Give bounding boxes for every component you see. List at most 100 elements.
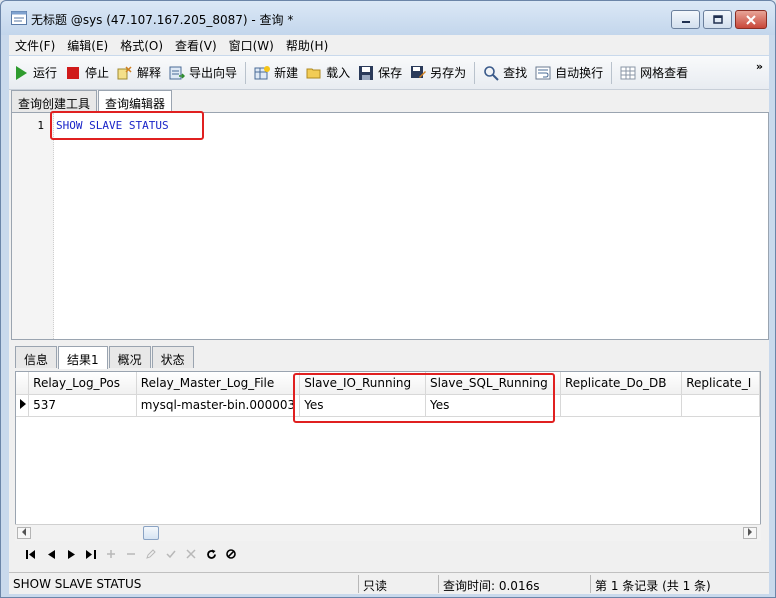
column-header[interactable]: Relay_Master_Log_File — [136, 372, 301, 395]
explain-label: 解释 — [137, 66, 162, 80]
x-icon — [186, 549, 196, 559]
grid-view-button[interactable]: 网格查看 — [616, 60, 692, 86]
last-record-icon — [86, 549, 96, 559]
prev-record-button[interactable] — [41, 545, 61, 563]
find-label: 查找 — [503, 66, 528, 80]
stop-fetch-button[interactable] — [221, 545, 241, 563]
result-tabs: 信息 结果1 概况 状态 — [15, 346, 195, 369]
table-cell[interactable] — [560, 394, 683, 417]
apply-changes-button[interactable] — [161, 545, 181, 563]
load-button[interactable]: 载入 — [302, 60, 354, 86]
column-header[interactable]: Replicate_Do_DB — [560, 372, 683, 395]
menu-edit[interactable]: 编辑(E) — [61, 37, 114, 54]
toolbar-overflow-button[interactable]: » — [756, 60, 763, 73]
explain-button[interactable]: 解释 — [113, 60, 165, 86]
scroll-left-button[interactable] — [17, 527, 31, 539]
scrollbar-thumb[interactable] — [143, 526, 159, 540]
word-wrap-button[interactable]: 自动换行 — [531, 60, 607, 86]
menu-file[interactable]: 文件(F) — [9, 37, 61, 54]
tab-query-builder[interactable]: 查询创建工具 — [11, 90, 98, 112]
grid-highlight-box — [293, 373, 555, 423]
status-sql: SHOW SLAVE STATUS — [9, 574, 359, 593]
column-header[interactable]: Relay_Log_Pos — [28, 372, 137, 395]
export-icon — [169, 66, 186, 79]
toolbar-separator — [245, 61, 247, 84]
save-as-button[interactable]: 另存为 — [406, 60, 470, 86]
query-tabs: 查询创建工具 查询编辑器 — [11, 90, 173, 113]
arrow-left-icon — [22, 528, 26, 536]
prev-record-icon — [47, 549, 55, 559]
status-query-time: 查询时间: 0.016s — [439, 574, 591, 593]
export-wizard-button[interactable]: 导出向导 — [165, 60, 241, 86]
query-window: 查询创建工具 查询编辑器 1 SHOW SLAVE STATUS 信息 结果1 … — [9, 90, 769, 572]
toolbar-separator — [474, 61, 476, 84]
code-highlight-box — [50, 111, 204, 140]
grid-icon — [620, 66, 636, 79]
record-navigator — [15, 543, 761, 565]
menu-bar: 文件(F) 编辑(E) 格式(O) 查看(V) 窗口(W) 帮助(H) — [9, 35, 769, 55]
line-number: 1 — [37, 119, 44, 132]
tab-profile[interactable]: 概况 — [108, 346, 151, 368]
close-icon — [746, 14, 756, 25]
tab-info[interactable]: 信息 — [15, 346, 58, 368]
table-cell[interactable] — [681, 394, 760, 417]
title-bar: 无标题 @sys (47.107.167.205_8087) - 查询 * — [1, 1, 775, 35]
save-icon — [359, 65, 374, 80]
plus-icon — [107, 550, 115, 558]
menu-view[interactable]: 查看(V) — [169, 37, 223, 54]
tab-query-editor[interactable]: 查询编辑器 — [98, 90, 173, 113]
first-record-button[interactable] — [21, 545, 41, 563]
add-record-button[interactable] — [101, 545, 121, 563]
save-button[interactable]: 保存 — [354, 60, 406, 86]
table-cell[interactable]: 537 — [28, 394, 137, 417]
find-button[interactable]: 查找 — [479, 60, 531, 86]
row-indicator-header — [16, 372, 30, 395]
minus-icon — [127, 553, 135, 555]
search-icon — [484, 65, 499, 81]
delete-record-button[interactable] — [121, 545, 141, 563]
stop-label: 停止 — [85, 66, 110, 80]
new-button[interactable]: 新建 — [250, 60, 302, 86]
status-mode: 只读 — [359, 574, 439, 593]
current-row-arrow-icon — [20, 399, 26, 409]
stop-circle-icon — [226, 549, 236, 559]
explain-icon — [117, 65, 132, 79]
discard-changes-button[interactable] — [181, 545, 201, 563]
app-window: 无标题 @sys (47.107.167.205_8087) - 查询 * 文件… — [0, 0, 776, 598]
horizontal-scrollbar[interactable] — [15, 524, 761, 541]
stop-icon — [67, 66, 80, 79]
word-wrap-label: 自动换行 — [555, 66, 604, 80]
tab-result1[interactable]: 结果1 — [58, 346, 108, 369]
app-icon — [11, 11, 27, 25]
menu-format[interactable]: 格式(O) — [114, 37, 169, 54]
menu-window[interactable]: 窗口(W) — [223, 37, 280, 54]
next-record-icon — [67, 549, 75, 559]
new-label: 新建 — [274, 66, 299, 80]
menu-help[interactable]: 帮助(H) — [280, 37, 334, 54]
run-button[interactable]: 运行 — [9, 60, 61, 86]
tab-status[interactable]: 状态 — [151, 346, 194, 368]
line-gutter: 1 — [12, 113, 54, 339]
run-label: 运行 — [33, 66, 58, 80]
maximize-icon — [712, 15, 723, 24]
column-header[interactable]: Replicate_I — [681, 372, 760, 395]
sql-editor[interactable]: 1 SHOW SLAVE STATUS — [11, 111, 769, 340]
refresh-button[interactable] — [201, 545, 221, 563]
maximize-button[interactable] — [703, 10, 732, 29]
table-cell[interactable]: mysql-master-bin.000003 — [136, 394, 301, 417]
edit-record-button[interactable] — [141, 545, 161, 563]
next-record-button[interactable] — [61, 545, 81, 563]
status-bar: SHOW SLAVE STATUS 只读 查询时间: 0.016s 第 1 条记… — [9, 572, 769, 594]
first-record-icon — [26, 549, 35, 559]
export-wizard-label: 导出向导 — [189, 66, 238, 80]
minimize-button[interactable] — [671, 10, 700, 29]
new-query-icon — [254, 65, 271, 79]
close-button[interactable] — [735, 10, 767, 29]
minimize-icon — [681, 20, 690, 23]
last-record-button[interactable] — [81, 545, 101, 563]
scroll-right-button[interactable] — [743, 527, 757, 539]
load-label: 载入 — [326, 66, 351, 80]
stop-button[interactable]: 停止 — [61, 60, 113, 86]
folder-icon — [306, 68, 321, 78]
save-as-icon — [411, 65, 427, 78]
